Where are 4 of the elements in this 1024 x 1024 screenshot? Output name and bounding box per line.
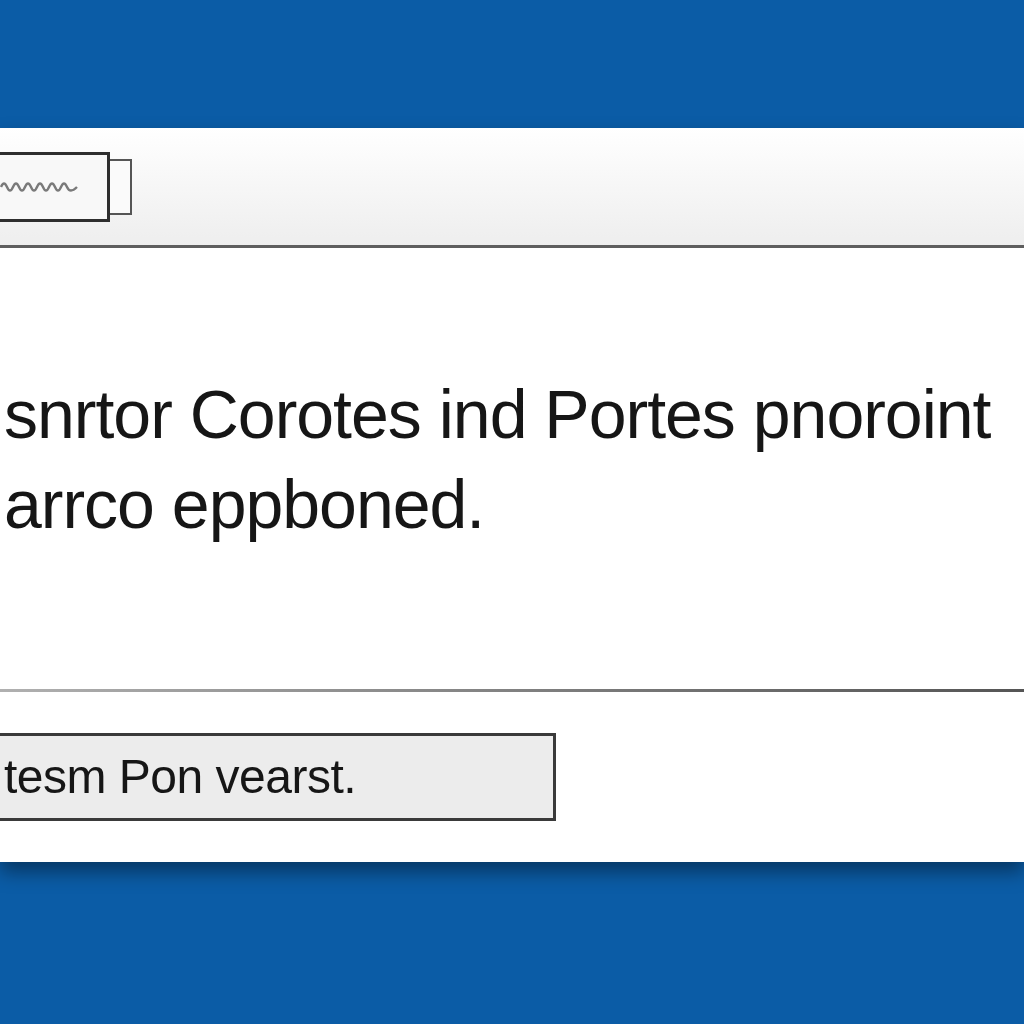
back-tab[interactable] <box>110 158 132 215</box>
message-text: snrtor Corotes ind Portes pnoroint arrco eppboned. <box>3 374 992 544</box>
action-button[interactable]: tesm Pon vearst. <box>0 733 556 821</box>
toolbar-button[interactable] <box>0 151 110 222</box>
